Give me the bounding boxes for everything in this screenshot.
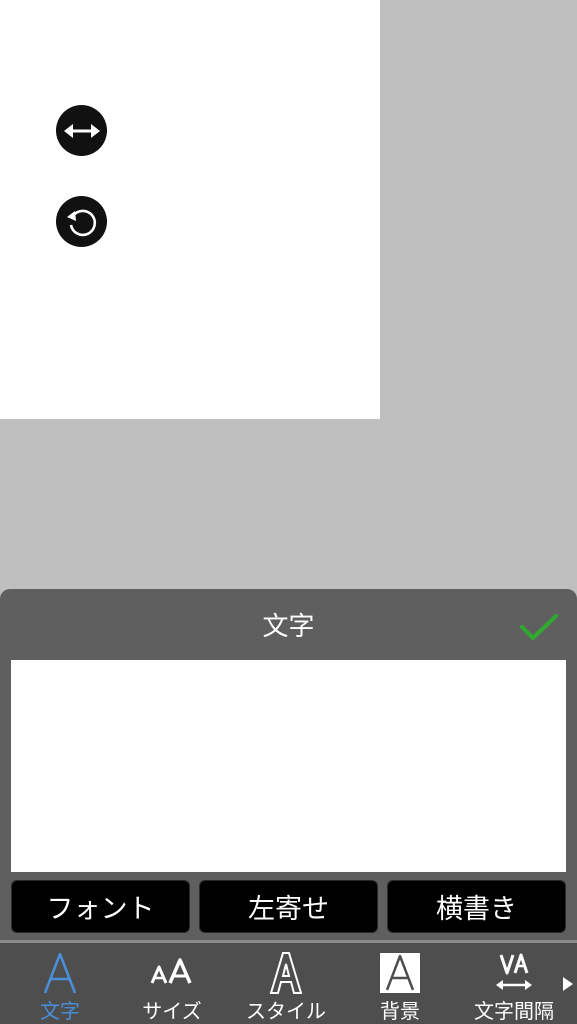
- text-input[interactable]: [11, 660, 566, 872]
- letter-a-icon: [43, 952, 77, 994]
- tab-label: スタイル: [246, 999, 326, 1023]
- tab-style[interactable]: スタイル: [236, 943, 336, 1024]
- checkmark-icon: [520, 614, 558, 640]
- tool-tab-bar: 文字 サイズ スタイル 背景 文字間隔: [0, 943, 577, 1024]
- tab-label: 文字: [40, 999, 80, 1023]
- horizontal-writing-button[interactable]: 横書き: [387, 880, 566, 933]
- rotate-icon: [66, 209, 96, 236]
- tab-text[interactable]: 文字: [10, 943, 110, 1024]
- flip-horizontal-button[interactable]: [56, 105, 107, 156]
- editing-canvas[interactable]: [0, 0, 380, 419]
- outline-letter-icon: [269, 952, 303, 994]
- scroll-right-button[interactable]: [559, 943, 577, 1024]
- tab-label: 背景: [380, 999, 420, 1023]
- text-edit-panel: 文字 フォント 左寄せ 横書き 文字 サイズ スタイル 背景 文字間隔: [0, 589, 577, 1024]
- background-letter-icon: [380, 953, 420, 993]
- panel-title: 文字: [262, 611, 315, 642]
- tab-letter-spacing[interactable]: 文字間隔: [464, 943, 564, 1024]
- font-size-icon: [150, 958, 192, 984]
- rotate-button[interactable]: [56, 196, 107, 247]
- letter-spacing-icon: [496, 953, 532, 990]
- tab-label: 文字間隔: [474, 999, 554, 1023]
- tab-size[interactable]: サイズ: [122, 943, 222, 1024]
- font-button[interactable]: フォント: [11, 880, 190, 933]
- chevron-right-icon: [563, 976, 573, 991]
- text-options-row: フォント 左寄せ 横書き: [11, 880, 566, 933]
- align-left-button[interactable]: 左寄せ: [199, 880, 378, 933]
- tab-background[interactable]: 背景: [350, 943, 450, 1024]
- tab-label: サイズ: [142, 999, 202, 1023]
- horizontal-arrows-icon: [63, 123, 100, 138]
- confirm-button[interactable]: [515, 607, 563, 647]
